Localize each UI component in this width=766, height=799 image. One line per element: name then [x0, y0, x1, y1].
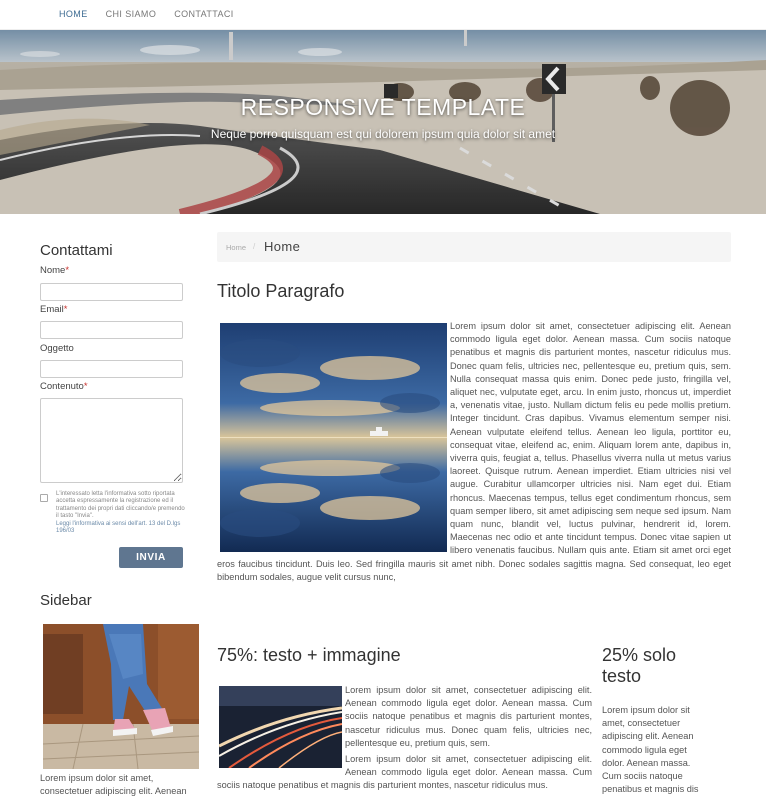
night-highway-photo: [218, 686, 343, 769]
nome-label: Nome*: [40, 265, 69, 276]
privacy-notice: L'interessato letta l'informativa sotto …: [56, 491, 186, 535]
sidebar-text: Lorem ipsum dolor sit amet, consectetuer…: [40, 773, 187, 797]
main-paragraph-block: Lorem ipsum dolor sit amet, consectetuer…: [217, 320, 731, 584]
oggetto-input[interactable]: [40, 360, 183, 378]
section75-block: Lorem ipsum dolor sit amet, consectetuer…: [217, 684, 592, 793]
privacy-checkbox[interactable]: [40, 494, 48, 502]
email-label-text: Email: [40, 304, 64, 315]
hero-road-image: [0, 30, 766, 214]
required-marker: *: [83, 381, 88, 392]
nav-menu: HOME CHI SIAMO CONTATTACI: [59, 9, 252, 19]
light-trails-image: [217, 684, 344, 770]
contact-form-title: Contattami: [40, 242, 113, 259]
oggetto-label: Oggetto: [40, 343, 74, 354]
privacy-link[interactable]: Leggi l'informativa ai sensi dell'art. 1…: [56, 521, 186, 536]
hero-subtitle: Neque porro quisquam est qui dolorem ips…: [210, 127, 556, 141]
hero-banner: RESPONSIVE TEMPLATE Neque porro quisquam…: [0, 30, 766, 214]
nav-item-chi-siamo[interactable]: CHI SIAMO: [106, 9, 157, 19]
nome-input[interactable]: [40, 283, 183, 301]
nav-item-home[interactable]: HOME: [59, 9, 88, 19]
invia-button[interactable]: INVIA: [119, 547, 183, 568]
sky-reflection-photo: [220, 323, 447, 552]
privacy-text: L'interessato letta l'informativa sotto …: [56, 491, 185, 520]
required-marker: *: [63, 304, 68, 315]
breadcrumb-current: Home: [264, 239, 301, 254]
required-marker: *: [65, 265, 70, 276]
email-label: Email*: [40, 304, 67, 315]
main-title: Titolo Paragrafo: [217, 281, 345, 301]
nav-item-contattaci[interactable]: CONTATTACI: [174, 9, 234, 19]
breadcrumb: Home / Home: [217, 232, 731, 262]
section75-title: 75%: testo + immagine: [217, 645, 401, 665]
jeans-photo: [43, 624, 199, 769]
section25-title: 25% solo testo: [602, 645, 677, 686]
nome-label-text: Nome: [40, 265, 66, 276]
breadcrumb-separator: /: [253, 242, 256, 251]
sidebar-title: Sidebar: [40, 592, 92, 609]
contenuto-textarea[interactable]: [40, 398, 183, 483]
sidebar-image: [43, 624, 199, 769]
section25-paragraph: Lorem ipsum dolor sit amet, consectetuer…: [602, 705, 699, 795]
hero-title: RESPONSIVE TEMPLATE: [240, 94, 526, 120]
contenuto-label-text: Contenuto: [40, 381, 84, 392]
contenuto-label: Contenuto*: [40, 381, 88, 392]
top-navbar: HOME CHI SIAMO CONTATTACI: [0, 0, 766, 30]
breadcrumb-home-link[interactable]: Home: [226, 243, 246, 252]
email-input[interactable]: [40, 321, 183, 339]
reflection-image: [217, 320, 447, 552]
